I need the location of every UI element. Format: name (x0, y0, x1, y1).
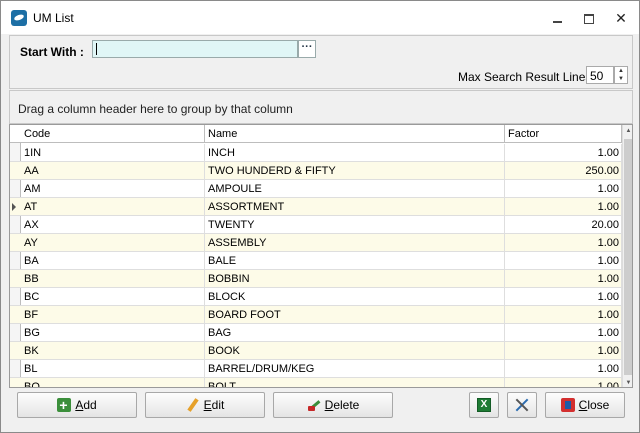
close-window-button[interactable]: ✕ (611, 9, 631, 27)
table-row[interactable]: AT ASSORTMENT 1.00 (10, 198, 622, 216)
text-caret (96, 43, 97, 55)
cell-code[interactable]: AT (21, 198, 205, 216)
cell-factor[interactable]: 250.00 (505, 162, 622, 180)
title-bar: UM List ✕ (1, 1, 639, 34)
excel-icon: X (477, 398, 491, 412)
tools-button[interactable] (507, 392, 537, 418)
exit-door-icon (560, 397, 575, 412)
cell-code[interactable]: BL (21, 360, 205, 378)
cell-name[interactable]: ASSORTMENT (205, 198, 505, 216)
um-list-window: UM List ✕ Start With : ··· Max Search Re… (0, 0, 640, 433)
cell-name[interactable]: BOARD FOOT (205, 306, 505, 324)
maximize-button[interactable] (579, 9, 599, 27)
column-header-factor[interactable]: Factor (505, 125, 622, 143)
max-lines-spinner[interactable]: ▲ ▼ (614, 66, 628, 84)
cell-factor[interactable]: 1.00 (505, 324, 622, 342)
table-row[interactable]: AY ASSEMBLY 1.00 (10, 234, 622, 252)
table-row[interactable]: BL BARREL/DRUM/KEG 1.00 (10, 360, 622, 378)
cell-code[interactable]: BG (21, 324, 205, 342)
cell-name[interactable]: BLOCK (205, 288, 505, 306)
minimize-button[interactable] (548, 9, 568, 27)
cell-name[interactable]: BOOK (205, 342, 505, 360)
pencil-icon (186, 398, 200, 412)
delete-button[interactable]: Delete (273, 392, 393, 418)
cell-factor[interactable]: 1.00 (505, 378, 622, 387)
cell-code[interactable]: 1IN (21, 144, 205, 162)
cell-code[interactable]: BB (21, 270, 205, 288)
cell-name[interactable]: BOBBIN (205, 270, 505, 288)
cell-factor[interactable]: 1.00 (505, 342, 622, 360)
browse-ellipsis-button[interactable]: ··· (298, 40, 316, 58)
cell-code[interactable]: AX (21, 216, 205, 234)
close-button[interactable]: Close (545, 392, 625, 418)
table-row[interactable]: AA TWO HUNDERD & FIFTY 250.00 (10, 162, 622, 180)
cell-name[interactable]: BAG (205, 324, 505, 342)
table-row[interactable]: 1IN INCH 1.00 (10, 144, 622, 162)
column-header-code[interactable]: Code (21, 125, 205, 143)
row-pointer-icon (12, 203, 16, 211)
cell-code[interactable]: BF (21, 306, 205, 324)
cell-code[interactable]: BA (21, 252, 205, 270)
search-panel: Start With : ··· Max Search Result Lines… (9, 35, 633, 89)
cell-name[interactable]: BOLT (205, 378, 505, 387)
um-grid: Code Name Factor 1IN INCH 1.00 AA TWO HUNDER… (9, 124, 633, 388)
cell-factor[interactable]: 1.00 (505, 144, 622, 162)
add-icon (57, 393, 72, 417)
cell-code[interactable]: AY (21, 234, 205, 252)
table-row[interactable]: BB BOBBIN 1.00 (10, 270, 622, 288)
table-row[interactable]: BO BOLT 1.00 (10, 378, 622, 387)
start-with-label: Start With : (20, 45, 84, 59)
cell-name[interactable]: TWO HUNDERD & FIFTY (205, 162, 505, 180)
tools-icon (515, 398, 529, 412)
grid-header: Code Name Factor (10, 125, 622, 143)
cell-factor[interactable]: 20.00 (505, 216, 622, 234)
cell-factor[interactable]: 1.00 (505, 180, 622, 198)
cell-factor[interactable]: 1.00 (505, 306, 622, 324)
table-row[interactable]: BA BALE 1.00 (10, 252, 622, 270)
cell-factor[interactable]: 1.00 (505, 252, 622, 270)
cell-factor[interactable]: 1.00 (505, 270, 622, 288)
cell-code[interactable]: AA (21, 162, 205, 180)
table-row[interactable]: BC BLOCK 1.00 (10, 288, 622, 306)
spin-up-icon[interactable]: ▲ (615, 67, 627, 75)
delete-icon (307, 398, 321, 412)
spin-down-icon[interactable]: ▼ (615, 75, 627, 83)
table-row[interactable]: BK BOOK 1.00 (10, 342, 622, 360)
table-row[interactable]: BG BAG 1.00 (10, 324, 622, 342)
cell-name[interactable]: BALE (205, 252, 505, 270)
vertical-scrollbar[interactable]: ▲ ▼ (622, 125, 632, 387)
cell-factor[interactable]: 1.00 (505, 198, 622, 216)
table-row[interactable]: AX TWENTY 20.00 (10, 216, 622, 234)
cell-code[interactable]: BO (21, 378, 205, 387)
cell-name[interactable]: INCH (205, 144, 505, 162)
cell-factor[interactable]: 1.00 (505, 288, 622, 306)
cell-code[interactable]: BC (21, 288, 205, 306)
cell-name[interactable]: ASSEMBLY (205, 234, 505, 252)
cell-factor[interactable]: 1.00 (505, 360, 622, 378)
window-title: UM List (33, 11, 74, 25)
column-header-name[interactable]: Name (205, 125, 505, 143)
app-icon (11, 10, 27, 26)
cell-code[interactable]: BK (21, 342, 205, 360)
max-lines-label: Max Search Result Lines : (458, 70, 599, 84)
cell-code[interactable]: AM (21, 180, 205, 198)
scroll-thumb[interactable] (624, 139, 632, 375)
group-by-panel[interactable]: Drag a column header here to group by th… (9, 90, 633, 124)
cell-name[interactable]: AMPOULE (205, 180, 505, 198)
scroll-up-icon[interactable]: ▲ (623, 125, 632, 137)
max-lines-input[interactable]: 50 (586, 66, 614, 84)
cell-factor[interactable]: 1.00 (505, 234, 622, 252)
scroll-down-icon[interactable]: ▼ (623, 377, 632, 387)
cell-name[interactable]: TWENTY (205, 216, 505, 234)
cell-name[interactable]: BARREL/DRUM/KEG (205, 360, 505, 378)
edit-button[interactable]: Edit (145, 392, 265, 418)
table-row[interactable]: AM AMPOULE 1.00 (10, 180, 622, 198)
add-button[interactable]: Add (17, 392, 137, 418)
group-by-hint: Drag a column header here to group by th… (18, 102, 293, 116)
table-row[interactable]: BF BOARD FOOT 1.00 (10, 306, 622, 324)
start-with-input[interactable] (92, 40, 298, 58)
export-excel-button[interactable]: X (469, 392, 499, 418)
